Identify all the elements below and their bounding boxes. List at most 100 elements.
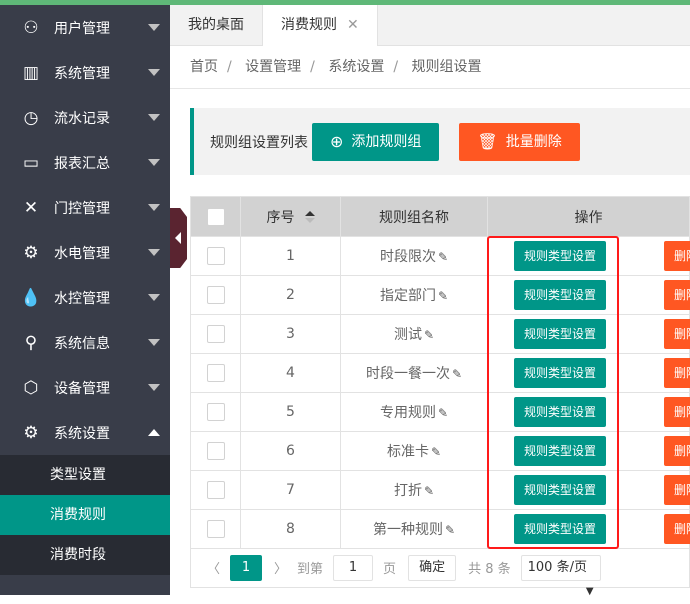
row-name-cell[interactable]: 打折 ✎ xyxy=(340,470,488,510)
sidebar-item[interactable]: ✕ 门控管理 xyxy=(0,185,170,230)
edit-pencil-icon[interactable]: ✎ xyxy=(452,367,462,381)
chevron-down-icon xyxy=(148,204,160,211)
row-name-cell[interactable]: 专用规则 ✎ xyxy=(340,392,488,432)
close-tab-icon[interactable]: ✕ xyxy=(347,17,359,33)
row-name-cell[interactable]: 时段一餐一次 ✎ xyxy=(340,353,488,393)
delete-button[interactable]: 删除 xyxy=(664,514,690,544)
row-checkbox[interactable] xyxy=(206,520,225,538)
edit-pencil-icon[interactable]: ✎ xyxy=(438,406,448,420)
rule-type-setting-button[interactable]: 规则类型设置 xyxy=(514,241,607,271)
delete-button[interactable]: 删除 xyxy=(664,241,690,271)
row-name: 打折 xyxy=(393,483,422,499)
rule-type-setting-button[interactable]: 规则类型设置 xyxy=(514,280,607,310)
toolbar: 规则组设置列表 ⊕ 添加规则组 🗑 批量删除 xyxy=(190,108,690,175)
row-name: 测试 xyxy=(393,327,422,343)
row-name-cell[interactable]: 时段限次 ✎ xyxy=(340,236,488,276)
tab-desktop[interactable]: 我的桌面 xyxy=(170,5,263,45)
sort-icon[interactable] xyxy=(304,210,315,225)
page-size-select[interactable]: 100 条/页 ▼ xyxy=(520,554,601,597)
plus-circle-icon: ⊕ xyxy=(330,131,344,151)
breadcrumb-settings[interactable]: 设置管理 xyxy=(245,59,301,75)
row-actions: 规则类型设置 删除 xyxy=(487,392,690,432)
sidebar-item[interactable]: ▭ 报表汇总 xyxy=(0,140,170,185)
breadcrumb-system-settings[interactable]: 系统设置 xyxy=(328,59,384,75)
row-checkbox[interactable] xyxy=(206,325,225,343)
sidebar-item-label: 报表汇总 xyxy=(54,155,110,172)
power-icon: ⚙ xyxy=(23,242,39,263)
delete-button[interactable]: 删除 xyxy=(664,436,690,466)
collapse-sidebar-button[interactable] xyxy=(170,208,187,268)
sidebar-subitem[interactable]: 类型设置 xyxy=(0,455,170,495)
edit-pencil-icon[interactable]: ✎ xyxy=(424,484,434,498)
row-name-cell[interactable]: 测试 ✎ xyxy=(340,314,488,354)
rule-type-setting-button[interactable]: 规则类型设置 xyxy=(514,514,607,544)
rule-type-setting-button[interactable]: 规则类型设置 xyxy=(514,475,607,505)
sidebar-subitem[interactable]: 消费规则 xyxy=(0,495,170,535)
sidebar-item[interactable]: ⚇ 用户管理 xyxy=(0,5,170,50)
confirm-button[interactable]: 确定 xyxy=(408,554,457,581)
row-checkbox[interactable] xyxy=(206,481,225,499)
rule-group-table: 序号 规则组名称 操作 1 时段限次✎ 规则类型设置删除 2 指定部门✎ 规则类… xyxy=(190,196,690,549)
table-row: 5 专用规则✎ 规则类型设置 删除 xyxy=(190,392,690,432)
row-checkbox[interactable] xyxy=(206,403,225,421)
select-all-checkbox[interactable] xyxy=(206,207,225,226)
row-actions: 规则类型设置 删除 xyxy=(487,431,690,471)
add-rule-group-button[interactable]: ⊕ 添加规则组 xyxy=(312,122,440,161)
water-icon: 💧 xyxy=(20,287,42,308)
batch-delete-button[interactable]: 🗑 批量删除 xyxy=(459,122,580,161)
search-icon: ⚲ xyxy=(24,332,38,353)
row-checkbox[interactable] xyxy=(206,442,225,460)
sidebar-item[interactable]: ◷ 流水记录 xyxy=(0,95,170,140)
edit-pencil-icon[interactable]: ✎ xyxy=(431,445,441,459)
row-no: 5 xyxy=(240,392,341,432)
row-checkbox[interactable] xyxy=(206,364,225,382)
delete-button[interactable]: 删除 xyxy=(664,319,690,349)
delete-button[interactable]: 删除 xyxy=(664,358,690,388)
sidebar-item[interactable]: ▥ 系统管理 xyxy=(0,50,170,95)
sidebar-item[interactable]: 💧 水控管理 xyxy=(0,275,170,320)
trash-icon: 🗑 xyxy=(477,131,498,151)
next-page-button[interactable]: 〉 xyxy=(274,558,287,577)
sidebar-subitem[interactable]: 消费时段 xyxy=(0,535,170,575)
row-name-cell[interactable]: 指定部门 ✎ xyxy=(340,275,488,315)
chevron-up-icon xyxy=(148,429,160,436)
edit-pencil-icon[interactable]: ✎ xyxy=(445,523,455,537)
edit-pencil-icon[interactable]: ✎ xyxy=(424,328,434,342)
page-input[interactable]: 1 xyxy=(333,554,374,581)
edit-pencil-icon[interactable]: ✎ xyxy=(438,250,448,264)
prev-page-button[interactable]: 〈 xyxy=(207,558,220,577)
sidebar-item[interactable]: ⬡ 设备管理 xyxy=(0,365,170,410)
row-checkbox[interactable] xyxy=(206,286,225,304)
row-name: 专用规则 xyxy=(379,405,436,421)
current-page[interactable]: 1 xyxy=(230,554,263,581)
user-icon: ⚇ xyxy=(23,17,39,38)
page-unit: 页 xyxy=(383,562,397,577)
row-checkbox[interactable] xyxy=(206,247,225,265)
row-no: 8 xyxy=(240,509,341,549)
header-actions: 操作 xyxy=(487,196,690,237)
row-actions: 规则类型设置 删除 xyxy=(487,470,690,510)
header-no[interactable]: 序号 xyxy=(240,196,341,237)
delete-button[interactable]: 删除 xyxy=(664,397,690,427)
row-name: 时段限次 xyxy=(379,249,436,265)
row-name-cell[interactable]: 第一种规则 ✎ xyxy=(340,509,488,549)
chevron-down-icon xyxy=(148,69,160,76)
delete-button[interactable]: 删除 xyxy=(664,280,690,310)
rule-type-setting-button[interactable]: 规则类型设置 xyxy=(514,436,607,466)
rule-type-setting-button[interactable]: 规则类型设置 xyxy=(514,358,607,388)
sidebar-item[interactable]: ⚲ 系统信息 xyxy=(0,320,170,365)
header-name: 规则组名称 xyxy=(340,196,488,237)
sidebar-item[interactable]: ⚙ 系统设置 xyxy=(0,410,170,455)
row-select-cell xyxy=(190,314,241,354)
row-name-cell[interactable]: 标准卡 ✎ xyxy=(340,431,488,471)
sidebar-item[interactable]: ⚙ 水电管理 xyxy=(0,230,170,275)
rule-type-setting-button[interactable]: 规则类型设置 xyxy=(514,397,607,427)
delete-button[interactable]: 删除 xyxy=(664,475,690,505)
breadcrumb: 首页 / 设置管理 / 系统设置 / 规则组设置 xyxy=(190,59,482,75)
breadcrumb-home[interactable]: 首页 xyxy=(190,59,218,75)
rule-type-setting-button[interactable]: 规则类型设置 xyxy=(514,319,607,349)
edit-pencil-icon[interactable]: ✎ xyxy=(438,289,448,303)
tab-consumption-rules[interactable]: 消费规则 ✕ xyxy=(263,5,378,46)
sidebar-item-label: 系统信息 xyxy=(54,335,110,352)
table-row: 2 指定部门✎ 规则类型设置 删除 xyxy=(190,275,690,315)
